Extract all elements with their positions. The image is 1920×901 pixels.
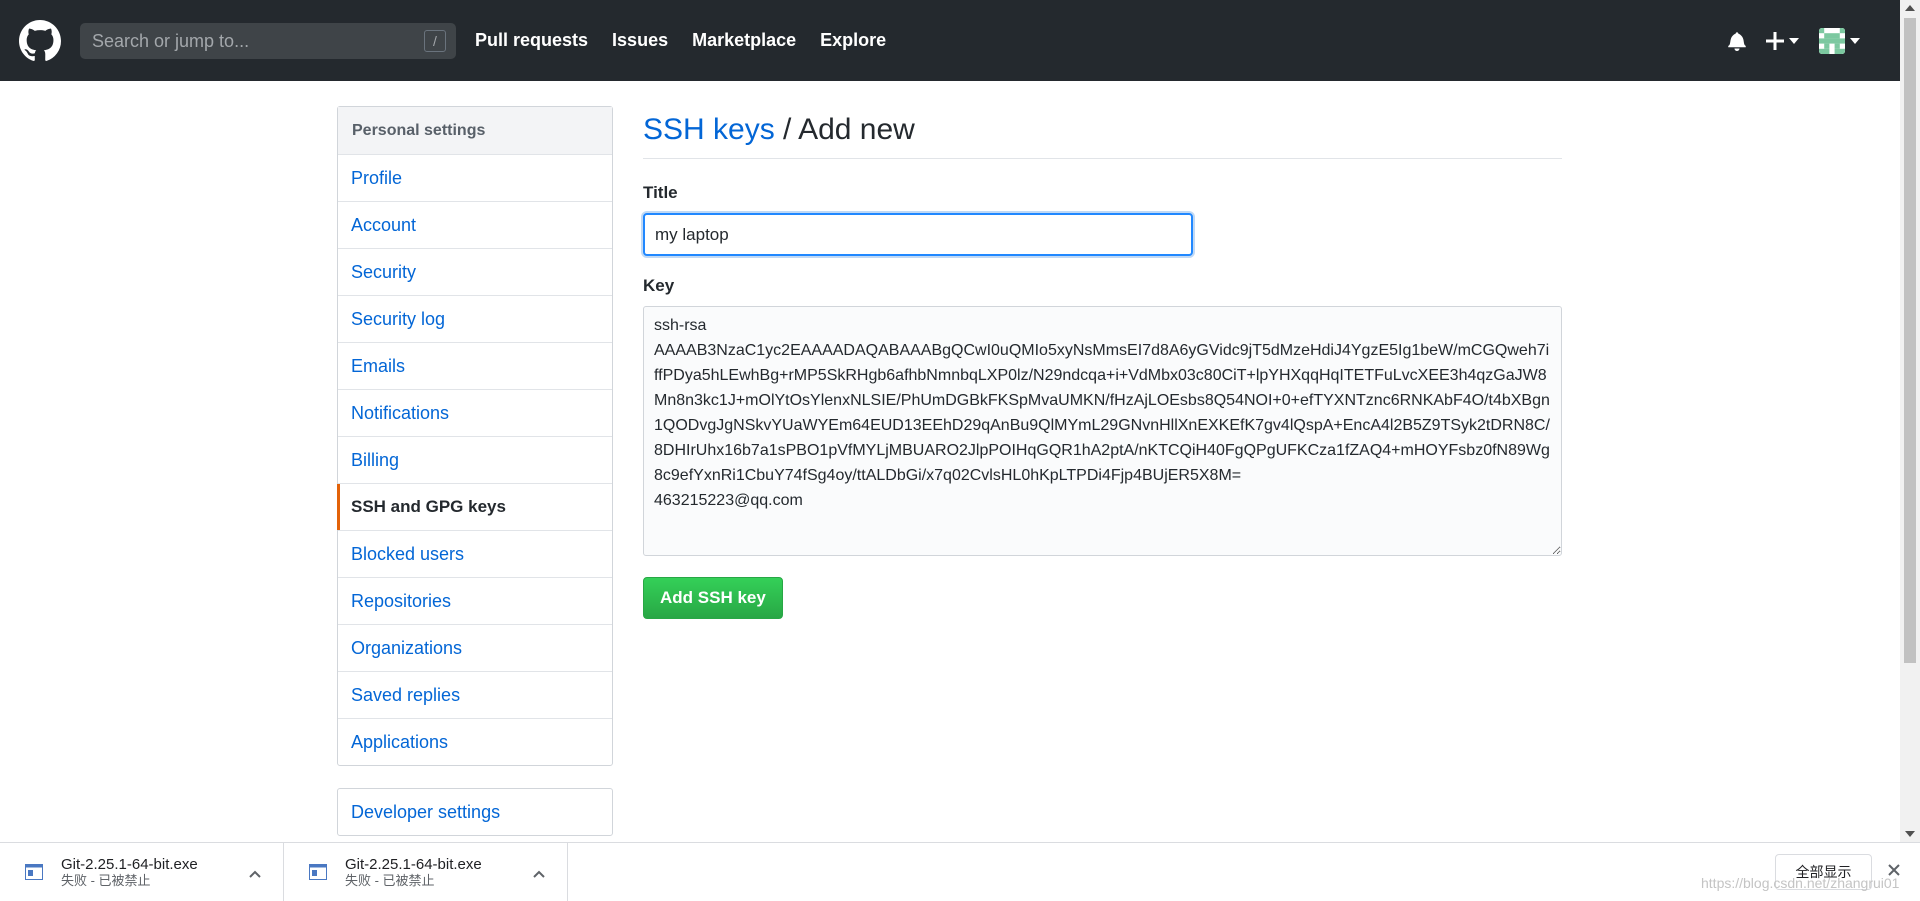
search-input[interactable]: [90, 29, 414, 53]
nav-pull-requests[interactable]: Pull requests: [475, 30, 588, 51]
header-actions: [1708, 0, 1860, 81]
nav-issues[interactable]: Issues: [612, 30, 668, 51]
scroll-thumb[interactable]: [1904, 18, 1916, 663]
main-content: SSH keys / Add new Title Key ssh-rsa AAA…: [643, 106, 1562, 619]
download-status: 失败 - 已被禁止: [345, 872, 435, 888]
user-menu[interactable]: [1819, 27, 1860, 54]
header-nav: Pull requests Issues Marketplace Explore: [475, 0, 910, 81]
sidebar-item-saved-replies[interactable]: Saved replies: [338, 672, 612, 719]
notifications-bell-icon[interactable]: [1728, 31, 1746, 51]
sidebar-item-ssh-gpg-keys[interactable]: SSH and GPG keys: [337, 484, 612, 531]
chevron-down-icon: [1789, 37, 1799, 44]
github-logo-icon[interactable]: [19, 20, 61, 62]
download-bar: Git-2.25.1-64-bit.exe 失败 - 已被禁止 Git-2.25…: [0, 842, 1920, 901]
sidebar-item-security[interactable]: Security: [338, 249, 612, 296]
sidebar-item-repositories[interactable]: Repositories: [338, 578, 612, 625]
download-item[interactable]: Git-2.25.1-64-bit.exe 失败 - 已被禁止: [0, 843, 284, 901]
sidebar-item-emails[interactable]: Emails: [338, 343, 612, 390]
file-icon: [309, 864, 327, 880]
sidebar-item-notifications[interactable]: Notifications: [338, 390, 612, 437]
nav-marketplace[interactable]: Marketplace: [692, 30, 796, 51]
sidebar-heading: Personal settings: [338, 107, 612, 155]
sidebar-item-security-log[interactable]: Security log: [338, 296, 612, 343]
download-item[interactable]: Git-2.25.1-64-bit.exe 失败 - 已被禁止: [284, 843, 568, 901]
create-new-plus-icon[interactable]: [1766, 31, 1799, 50]
chevron-down-icon: [1850, 37, 1860, 44]
avatar: [1819, 27, 1845, 54]
sidebar-item-organizations[interactable]: Organizations: [338, 625, 612, 672]
sidebar-item-developer-settings[interactable]: Developer settings: [338, 789, 612, 835]
search-box[interactable]: /: [80, 23, 456, 59]
search-shortcut-hint: /: [424, 30, 446, 52]
developer-settings-menu: Developer settings: [337, 788, 613, 836]
sidebar-item-applications[interactable]: Applications: [338, 719, 612, 765]
settings-sidebar: Personal settings Profile Account Securi…: [337, 106, 613, 766]
title-input[interactable]: [643, 213, 1193, 256]
scroll-up-arrow-icon[interactable]: [1905, 5, 1915, 11]
top-header: / Pull requests Issues Marketplace Explo…: [0, 0, 1900, 81]
key-label: Key: [643, 276, 675, 295]
title-label: Title: [643, 183, 678, 202]
watermark-text: https://blog.csdn.net/zhangrui01: [1701, 875, 1900, 891]
chevron-up-icon[interactable]: [249, 865, 261, 883]
page-scrollbar[interactable]: [1900, 0, 1920, 842]
add-ssh-key-button[interactable]: Add SSH key: [643, 577, 783, 619]
scroll-down-arrow-icon[interactable]: [1905, 831, 1915, 837]
breadcrumb-current: / Add new: [774, 113, 915, 146]
file-icon: [25, 864, 43, 880]
chevron-up-icon[interactable]: [533, 865, 545, 883]
page-title: SSH keys / Add new: [643, 106, 1562, 159]
key-textarea[interactable]: ssh-rsa AAAAB3NzaC1yc2EAAAADAQABAAABgQCw…: [643, 306, 1562, 556]
sidebar-item-account[interactable]: Account: [338, 202, 612, 249]
download-filename: Git-2.25.1-64-bit.exe: [345, 855, 482, 873]
breadcrumb-ssh-keys-link[interactable]: SSH keys: [643, 113, 775, 146]
download-filename: Git-2.25.1-64-bit.exe: [61, 855, 198, 873]
sidebar-item-billing[interactable]: Billing: [338, 437, 612, 484]
nav-explore[interactable]: Explore: [820, 30, 886, 51]
download-status: 失败 - 已被禁止: [61, 872, 151, 888]
sidebar-item-blocked-users[interactable]: Blocked users: [338, 531, 612, 578]
sidebar-item-profile[interactable]: Profile: [338, 155, 612, 202]
